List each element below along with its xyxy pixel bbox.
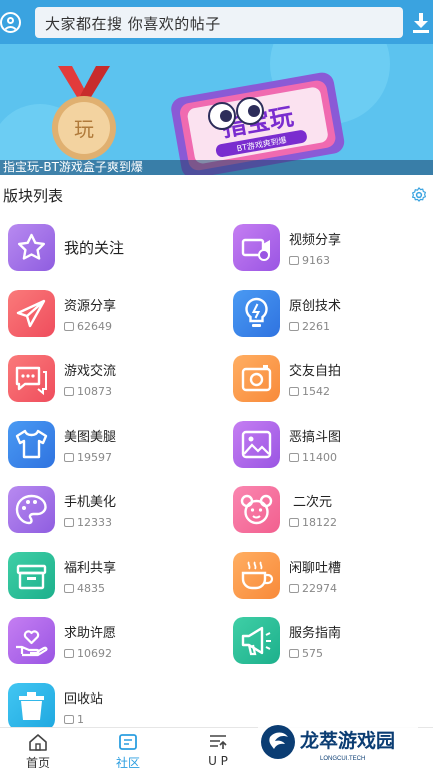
forum-name: 视频分享 [289,233,342,248]
message-icon [64,518,74,527]
tshirt-icon [8,421,55,468]
watermark-artwork: 龙萃游戏园 LONGCUI.TECH [261,725,395,762]
top-bar: 大家都在搜 你喜欢的帖子 [0,0,433,44]
section-title: 版块列表 [3,187,64,205]
forum-name: 手机美化 [64,495,117,510]
post-count: 19597 [64,451,112,464]
message-icon [289,649,299,658]
forum-item-chit-chat[interactable]: 闲聊吐槽 22974 [233,552,433,608]
message-icon [64,584,74,593]
forum-name: 美图美腿 [64,430,117,445]
forum-item-funny-pics[interactable]: 恶搞斗图 11400 [233,421,433,477]
bear-face-icon [233,486,280,533]
megaphone-icon [233,617,280,664]
forum-item-game-chat[interactable]: 游戏交流 10873 [8,355,208,411]
forum-item-my-follow[interactable]: 我的关注 [8,224,208,280]
banner-artwork: 玩 指宝玩 BT游戏爽到爆 [0,44,390,175]
banner-caption: 指宝玩-BT游戏盒子爽到爆 [3,160,143,174]
message-icon [64,649,74,658]
search-input[interactable]: 大家都在搜 你喜欢的帖子 [35,7,403,38]
nav-up[interactable]: U P [188,728,248,768]
search-placeholder: 大家都在搜 你喜欢的帖子 [45,15,221,33]
nav-home[interactable]: 首页 [8,728,68,768]
forum-name: 恶搞斗图 [289,430,342,445]
nav-home-label: 首页 [25,756,50,768]
paper-plane-icon [8,290,55,337]
download-icon[interactable] [413,13,429,33]
forum-name: 交友自拍 [289,364,342,379]
home-icon [29,734,47,751]
forum-name: 回收站 [64,692,104,707]
post-count: 10692 [64,647,112,660]
forum-item-phone-theme[interactable]: 手机美化 12333 [8,486,208,542]
forum-name: 求助许愿 [64,626,117,641]
message-icon [64,322,74,331]
forum-item-service-guide[interactable]: 服务指南 575 [233,617,433,673]
forum-name: 福利共享 [64,561,117,576]
post-count: 62649 [64,320,112,333]
forum-name: 游戏交流 [64,364,117,379]
message-icon [64,715,74,724]
upload-list-icon [210,735,227,749]
message-icon [289,322,299,331]
post-count: 1542 [289,385,330,398]
message-icon [289,518,299,527]
message-icon [289,387,299,396]
heart-hand-icon [8,617,55,664]
user-avatar-icon[interactable] [0,12,21,33]
post-count: 10873 [64,385,112,398]
message-icon [289,256,299,265]
forum-name: 服务指南 [289,626,342,641]
trash-bin-icon [8,683,55,730]
nav-community[interactable]: 社区 [98,728,158,768]
forum-item-resource-share[interactable]: 资源分享 62649 [8,290,208,346]
post-count: 22974 [289,582,337,595]
forum-name: 原创技术 [289,299,342,314]
post-count: 12333 [64,516,112,529]
post-count: 18122 [289,516,337,529]
forum-item-selfie[interactable]: 交友自拍 1542 [233,355,433,411]
image-icon [233,421,280,468]
forum-item-help-wish[interactable]: 求助许愿 10692 [8,617,208,673]
post-count: 2261 [289,320,330,333]
chat-bubble-icon [8,355,55,402]
watermark-title: 龙萃游戏园 [300,729,395,752]
forum-item-original-tech[interactable]: 原创技术 2261 [233,290,433,346]
forum-name: 我的关注 [64,239,125,257]
lightbulb-icon [233,290,280,337]
post-count: 575 [289,647,323,660]
message-icon [64,387,74,396]
watermark-subtitle: LONGCUI.TECH [320,756,365,762]
forum-item-video-share[interactable]: 视频分享 9163 [233,224,433,280]
forum-name: 二次元 [293,495,333,510]
settings-gear-icon[interactable] [410,186,428,204]
post-count: 4835 [64,582,105,595]
post-count: 1 [64,713,84,726]
nav-up-label: U P [208,754,228,768]
community-icon [119,734,137,750]
star-icon [8,224,55,271]
message-icon [289,453,299,462]
message-icon [64,453,74,462]
nav-community-label: 社区 [115,756,140,768]
forum-item-anime[interactable]: 二次元 18122 [233,486,433,542]
camera-icon [233,355,280,402]
forum-name: 资源分享 [64,299,117,314]
forum-name: 闲聊吐槽 [289,561,342,576]
palette-icon [8,486,55,533]
coffee-cup-icon [233,552,280,599]
banner-medal-text: 玩 [74,119,94,141]
post-count: 11400 [289,451,337,464]
message-icon [289,584,299,593]
promo-banner[interactable]: 玩 指宝玩 BT游戏爽到爆 指宝玩-BT游戏盒子爽到爆 [0,44,433,175]
forum-item-beauty-pics[interactable]: 美图美腿 19597 [8,421,208,477]
gift-box-icon [8,552,55,599]
video-camera-icon [233,224,280,271]
watermark-logo: 龙萃游戏园 LONGCUI.TECH [258,719,418,765]
post-count: 9163 [289,254,330,267]
forum-item-welfare[interactable]: 福利共享 4835 [8,552,208,608]
